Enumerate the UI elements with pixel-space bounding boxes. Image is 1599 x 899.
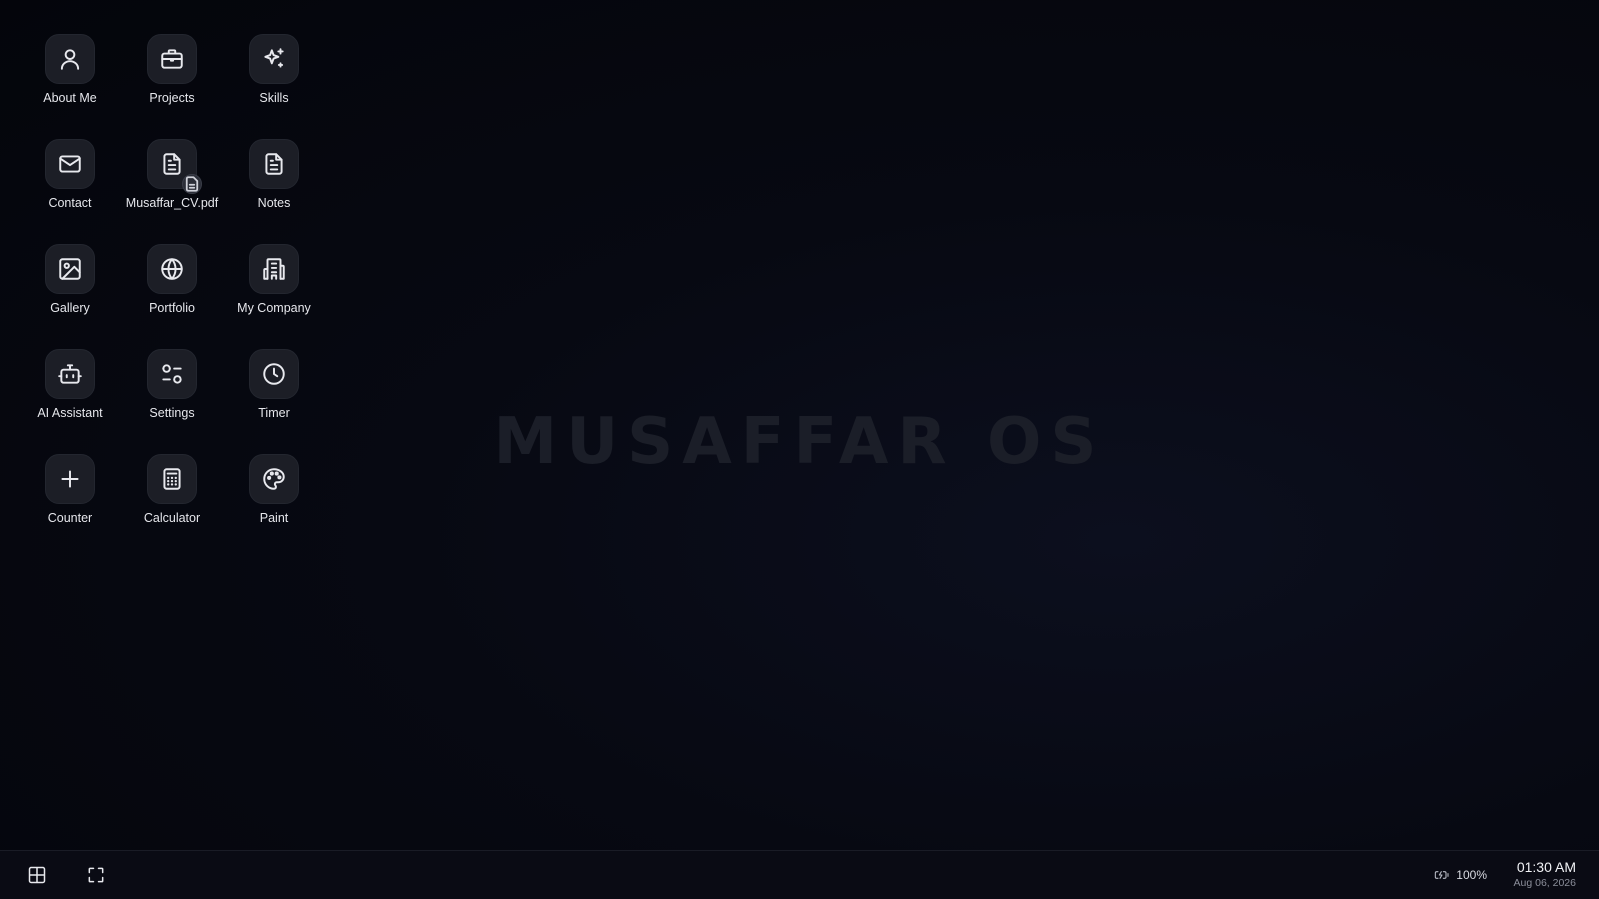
desktop-icon-label: About Me — [43, 91, 97, 105]
building-icon — [263, 258, 285, 280]
desktop-icon-my-company[interactable]: My Company — [226, 244, 322, 334]
desktop-icon-projects[interactable]: Projects — [124, 34, 220, 124]
sparkles-icon — [264, 48, 284, 68]
desktop-icon-label: Contact — [48, 196, 92, 210]
clock-time: 01:30 AM — [1516, 859, 1576, 875]
desktop: MUSAFFAR OS About Me Projects Skills Con… — [0, 0, 1599, 850]
desktop-icon-calculator[interactable]: Calculator — [124, 454, 220, 544]
desktop-icon-ai-assistant[interactable]: AI Assistant — [22, 349, 118, 439]
desktop-icon-settings[interactable]: Settings — [124, 349, 220, 439]
desktop-icon-musaffar-cv-pdf[interactable]: Musaffar_CV.pdf — [124, 139, 220, 229]
grid-icon — [28, 866, 46, 884]
desktop-icon-notes[interactable]: Notes — [226, 139, 322, 229]
taskbar: 100% 01:30 AM Aug 06, 2026 — [0, 850, 1599, 899]
desktop-icon-timer[interactable]: Timer — [226, 349, 322, 439]
desktop-icon-label: Skills — [259, 91, 289, 105]
clock-date: Aug 06, 2026 — [1513, 877, 1576, 889]
briefcase-icon — [161, 49, 183, 69]
desktop-icon-label: Calculator — [143, 511, 201, 525]
desktop-icon-label: Timer — [258, 406, 290, 420]
desktop-icon-label: Portfolio — [149, 301, 195, 315]
fullscreen-button[interactable] — [84, 863, 108, 887]
desktop-icon-counter[interactable]: Counter — [22, 454, 118, 544]
calculator-icon — [163, 468, 181, 490]
file-text-icon — [265, 153, 283, 175]
fullscreen-icon — [88, 867, 104, 883]
desktop-icon-contact[interactable]: Contact — [22, 139, 118, 229]
desktop-icon-label: Musaffar_CV.pdf — [125, 196, 219, 210]
globe-icon — [161, 258, 183, 280]
shortcut-badge — [182, 174, 202, 194]
start-button[interactable] — [25, 863, 49, 887]
battery-percent: 100% — [1456, 868, 1487, 882]
mail-icon — [59, 155, 81, 173]
taskbar-clock[interactable]: 01:30 AM Aug 06, 2026 — [1514, 859, 1576, 889]
file-badge-icon — [185, 176, 199, 192]
bot-icon — [58, 364, 82, 384]
palette-icon — [263, 468, 285, 490]
desktop-icon-label: Notes — [257, 196, 291, 210]
desktop-icon-about-me[interactable]: About Me — [22, 34, 118, 124]
desktop-icon-skills[interactable]: Skills — [226, 34, 322, 124]
battery-indicator[interactable]: 100% — [1434, 868, 1487, 882]
desktop-icon-label: Paint — [259, 511, 289, 525]
sliders-icon — [162, 364, 182, 384]
desktop-icon-paint[interactable]: Paint — [226, 454, 322, 544]
desktop-icon-label: Counter — [47, 511, 93, 525]
desktop-icon-label: Projects — [149, 91, 195, 105]
desktop-icon-label: Settings — [149, 406, 195, 420]
desktop-icon-label: AI Assistant — [37, 406, 103, 420]
desktop-icon-gallery[interactable]: Gallery — [22, 244, 118, 334]
clock-icon — [263, 363, 285, 385]
file-text-icon — [163, 153, 181, 175]
desktop-icon-label: My Company — [237, 301, 311, 315]
battery-charging-icon — [1435, 871, 1449, 879]
image-icon — [59, 258, 81, 280]
desktop-icon-label: Gallery — [50, 301, 90, 315]
plus-icon — [61, 470, 79, 488]
desktop-icon-portfolio[interactable]: Portfolio — [124, 244, 220, 334]
user-icon — [60, 49, 80, 70]
